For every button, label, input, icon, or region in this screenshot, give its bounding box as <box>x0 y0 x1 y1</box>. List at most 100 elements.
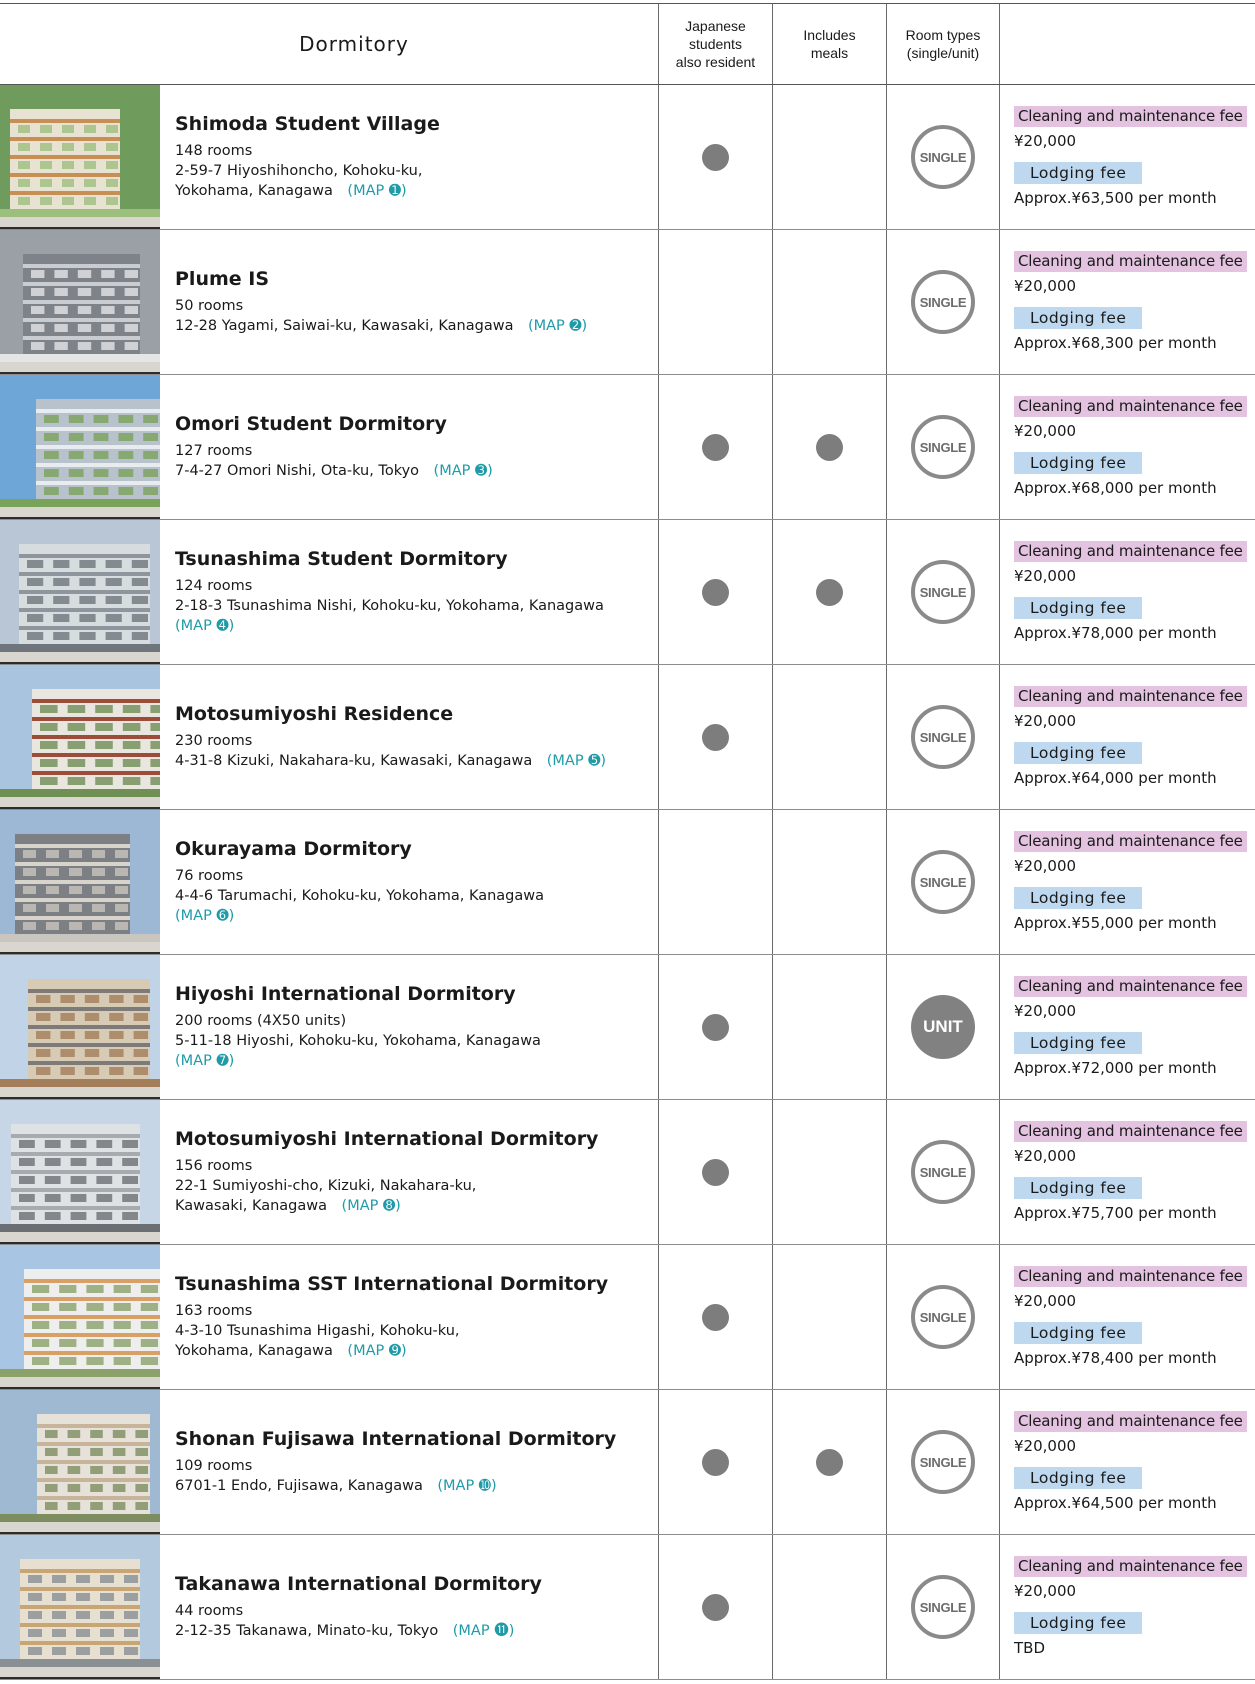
lodging-fee-tag: Lodging fee <box>1014 307 1143 329</box>
single-room-badge: SINGLE <box>911 705 975 769</box>
dormitory-name: Hiyoshi International Dormitory <box>175 983 516 1005</box>
building-photo-image <box>0 375 160 517</box>
room-type-cell: SINGLE <box>886 1100 999 1244</box>
building-photo <box>0 1245 160 1389</box>
cleaning-fee-tag: Cleaning and maintenance fee <box>1014 1121 1247 1142</box>
room-count: 109 rooms <box>175 1458 253 1474</box>
room-type-cell: SINGLE <box>886 1390 999 1534</box>
japanese-students-cell <box>658 85 772 229</box>
room-type-cell: SINGLE <box>886 1245 999 1389</box>
dormitory-name: Takanawa International Dormitory <box>175 1573 542 1595</box>
map-link[interactable]: (MAP ➎) <box>547 753 606 769</box>
room-count: 230 rooms <box>175 733 253 749</box>
map-link[interactable]: (MAP ➊) <box>347 183 406 199</box>
lodging-fee-amount: TBD <box>1014 1639 1046 1657</box>
address-text: 22-1 Sumiyoshi-cho, Kizuki, Nakahara-ku,… <box>175 1178 477 1214</box>
table-row: Omori Student Dormitory 127 rooms 7-4-27… <box>0 375 1255 520</box>
cleaning-fee-amount: ¥20,000 <box>1014 1292 1077 1310</box>
dormitory-info: Plume IS 50 rooms 12-28 Yagami, Saiwai-k… <box>160 230 587 374</box>
header-fees <box>999 4 1255 84</box>
meals-cell <box>772 230 886 374</box>
address: 2-59-7 Hiyoshihoncho, Kohoku-ku, Yokoham… <box>175 161 440 201</box>
map-link[interactable]: (MAP ➐) <box>175 1053 234 1069</box>
room-count: 50 rooms <box>175 298 244 314</box>
room-count: 76 rooms <box>175 868 244 884</box>
building-photo <box>0 1535 160 1679</box>
header-dormitory: Dormitory <box>299 32 409 56</box>
dormitory-info: Motosumiyoshi International Dormitory 15… <box>160 1100 598 1244</box>
cleaning-fee-amount: ¥20,000 <box>1014 1437 1077 1455</box>
table-row: Motosumiyoshi International Dormitory 15… <box>0 1100 1255 1245</box>
fees-cell: Cleaning and maintenance fee ¥20,000 Lod… <box>999 1100 1255 1244</box>
japanese-students-cell <box>658 1245 772 1389</box>
cleaning-fee-amount: ¥20,000 <box>1014 1002 1077 1020</box>
map-link[interactable]: (MAP ➋) <box>528 318 587 334</box>
cleaning-fee-tag: Cleaning and maintenance fee <box>1014 251 1247 272</box>
unit-room-badge: UNIT <box>911 995 975 1059</box>
building-photo-image <box>0 1100 160 1242</box>
building-photo <box>0 955 160 1099</box>
address-text: 4-4-6 Tarumachi, Kohoku-ku, Yokohama, Ka… <box>175 888 545 904</box>
fees-cell: Cleaning and maintenance fee ¥20,000 Lod… <box>999 520 1255 664</box>
room-type-cell: SINGLE <box>886 665 999 809</box>
room-count: 148 rooms <box>175 143 253 159</box>
japanese-students-cell <box>658 665 772 809</box>
meals-cell <box>772 1100 886 1244</box>
table-row: Plume IS 50 rooms 12-28 Yagami, Saiwai-k… <box>0 230 1255 375</box>
fees-cell: Cleaning and maintenance fee ¥20,000 Lod… <box>999 955 1255 1099</box>
fees-cell: Cleaning and maintenance fee ¥20,000 Lod… <box>999 665 1255 809</box>
dormitory-cell: Shimoda Student Village 148 rooms 2-59-7… <box>0 85 658 229</box>
address: 4-3-10 Tsunashima Higashi, Kohoku-ku, Yo… <box>175 1321 608 1361</box>
lodging-fee-tag: Lodging fee <box>1014 1322 1143 1344</box>
building-photo <box>0 230 160 374</box>
map-link[interactable]: (MAP ➌) <box>434 463 493 479</box>
room-type-cell: SINGLE <box>886 1535 999 1679</box>
fees-cell: Cleaning and maintenance fee ¥20,000 Lod… <box>999 810 1255 954</box>
japanese-resident-dot <box>702 143 729 171</box>
building-photo <box>0 520 160 664</box>
building-photo-image <box>0 1390 160 1532</box>
address: 12-28 Yagami, Saiwai-ku, Kawasaki, Kanag… <box>175 316 587 336</box>
room-count: 163 rooms <box>175 1303 253 1319</box>
table-row: Hiyoshi International Dormitory 200 room… <box>0 955 1255 1100</box>
map-link[interactable]: (MAP ➑) <box>342 1198 401 1214</box>
japanese-resident-dot <box>702 433 729 461</box>
address-text: 2-18-3 Tsunashima Nishi, Kohoku-ku, Yoko… <box>175 598 604 614</box>
map-link[interactable]: (MAP ➒) <box>347 1343 406 1359</box>
map-link[interactable]: (MAP ➓) <box>437 1478 496 1494</box>
address-text: 4-3-10 Tsunashima Higashi, Kohoku-ku, Yo… <box>175 1323 460 1359</box>
map-link[interactable]: (MAP ➏) <box>175 908 234 924</box>
address: 6701-1 Endo, Fujisawa, Kanagawa (MAP ➓) <box>175 1476 616 1496</box>
lodging-fee-tag: Lodging fee <box>1014 742 1143 764</box>
dormitory-cell: Okurayama Dormitory 76 rooms 4-4-6 Tarum… <box>0 810 658 954</box>
room-type-cell: SINGLE <box>886 230 999 374</box>
japanese-students-cell <box>658 230 772 374</box>
table-row: Tsunashima SST International Dormitory 1… <box>0 1245 1255 1390</box>
building-photo-image <box>0 85 160 227</box>
address-text: 4-31-8 Kizuki, Nakahara-ku, Kawasaki, Ka… <box>175 753 547 769</box>
lodging-fee-amount: Approx.¥64,500 per month <box>1014 1494 1217 1512</box>
dormitory-name: Shimoda Student Village <box>175 113 440 135</box>
dormitory-info: Tsunashima Student Dormitory 124 rooms 2… <box>160 520 604 664</box>
map-link[interactable]: (MAP ⓫) <box>453 1623 515 1639</box>
single-room-badge: SINGLE <box>911 125 975 189</box>
single-room-badge: SINGLE <box>911 270 975 334</box>
japanese-resident-dot <box>702 578 729 606</box>
cleaning-fee-amount: ¥20,000 <box>1014 712 1077 730</box>
dormitory-cell: Plume IS 50 rooms 12-28 Yagami, Saiwai-k… <box>0 230 658 374</box>
single-room-badge: SINGLE <box>911 1575 975 1639</box>
building-photo <box>0 85 160 229</box>
meals-cell <box>772 520 886 664</box>
fees-cell: Cleaning and maintenance fee ¥20,000 Lod… <box>999 1245 1255 1389</box>
meals-cell <box>772 810 886 954</box>
dormitory-info: Okurayama Dormitory 76 rooms 4-4-6 Tarum… <box>160 810 544 954</box>
room-type-cell: UNIT <box>886 955 999 1099</box>
map-link[interactable]: (MAP ➍) <box>175 618 234 634</box>
lodging-fee-amount: Approx.¥72,000 per month <box>1014 1059 1217 1077</box>
address-text: 2-12-35 Takanawa, Minato-ku, Tokyo <box>175 1623 453 1639</box>
lodging-fee-tag: Lodging fee <box>1014 162 1143 184</box>
building-photo <box>0 810 160 954</box>
japanese-students-cell <box>658 1390 772 1534</box>
address: 2-12-35 Takanawa, Minato-ku, Tokyo (MAP … <box>175 1621 542 1641</box>
address-text: 6701-1 Endo, Fujisawa, Kanagawa <box>175 1478 438 1494</box>
